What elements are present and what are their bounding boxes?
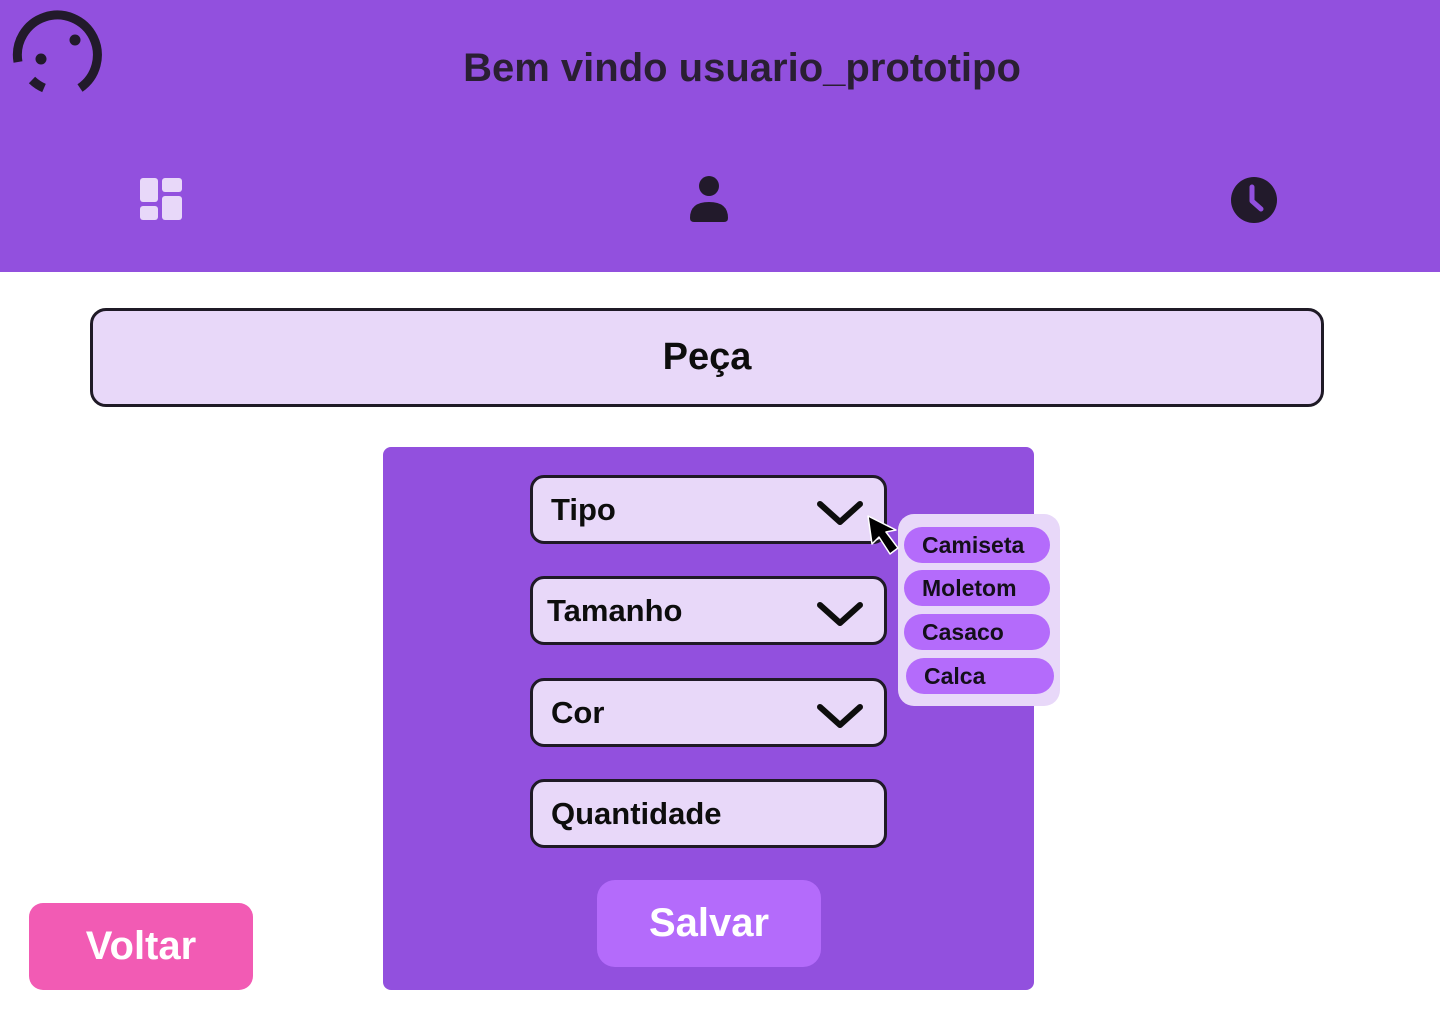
tipo-option-calca[interactable]: Calca [906,658,1054,694]
app-header: Bem vindo usuario_prototipo [0,0,1440,272]
chevron-down-icon[interactable] [816,599,864,629]
tipo-option-moletom[interactable]: Moletom [904,570,1050,606]
chevron-down-icon[interactable] [816,701,864,731]
tamanho-select[interactable]: Tamanho [530,576,887,645]
cor-select[interactable]: Cor [530,678,887,747]
dashboard-icon[interactable] [138,176,184,222]
clock-icon[interactable] [1230,176,1278,224]
back-button[interactable]: Voltar [29,903,253,990]
tipo-option-casaco[interactable]: Casaco [904,614,1050,650]
cor-label: Cor [551,694,605,730]
welcome-heading: Bem vindo usuario_prototipo [463,46,1021,90]
tamanho-label: Tamanho [547,592,683,628]
save-button[interactable]: Salvar [597,880,821,967]
tipo-option-camiseta[interactable]: Camiseta [904,527,1050,563]
tipo-label: Tipo [551,491,616,527]
page-title: Peça [90,308,1324,407]
quantidade-label: Quantidade [551,795,722,831]
tipo-select[interactable]: Tipo [530,475,887,544]
user-icon[interactable] [688,174,730,224]
tipo-dropdown-menu: Camiseta Moletom Casaco Calca [898,514,1060,706]
quantidade-input[interactable]: Quantidade [530,779,887,848]
chevron-down-icon[interactable] [816,498,864,528]
